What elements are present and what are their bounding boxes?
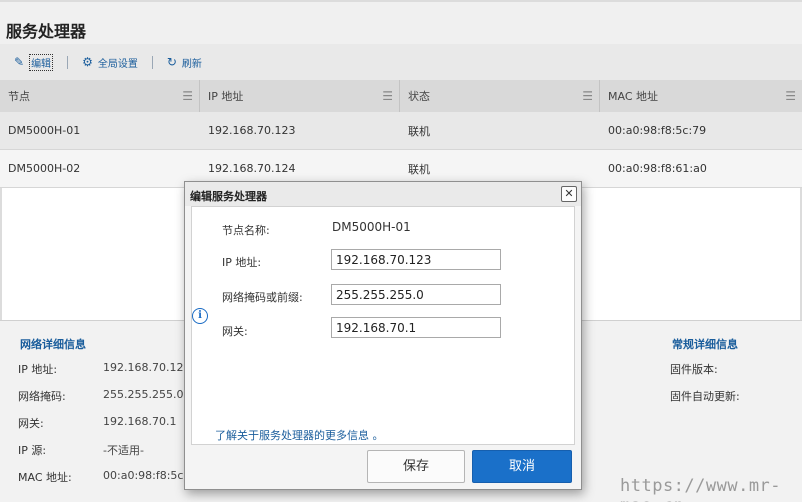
column-header-label: MAC 地址 (608, 90, 658, 103)
cell-mac: 00:a0:98:f8:5c:79 (608, 124, 707, 137)
detail-label: 网关: (18, 417, 44, 430)
detail-value: 255.255.255.0 (103, 388, 184, 401)
close-button[interactable]: ✕ (561, 186, 577, 202)
detail-label: MAC 地址: (18, 471, 72, 484)
cell-mac: 00:a0:98:f8:61:a0 (608, 162, 707, 175)
netmask-label: 网络掩码或前缀: (222, 291, 303, 304)
column-menu-icon[interactable]: ☰ (582, 89, 593, 103)
detail-label: 网络掩码: (18, 390, 66, 403)
edit-service-processor-dialog: 编辑服务处理器 ✕ 节点名称: DM5000H-01 IP 地址: i 网络掩码… (184, 181, 582, 490)
save-button[interactable]: 保存 (367, 450, 465, 483)
gateway-input[interactable] (331, 317, 501, 338)
global-settings-label: 全局设置 (97, 58, 138, 70)
refresh-icon: ↻ (166, 55, 177, 69)
column-menu-icon[interactable]: ☰ (785, 89, 796, 103)
close-icon: ✕ (564, 187, 574, 200)
detail-label: IP 源: (18, 444, 47, 457)
column-header-status[interactable]: 状态 ☰ (400, 80, 600, 112)
node-name-value: DM5000H-01 (332, 220, 411, 234)
detail-label: 固件自动更新: (670, 390, 740, 403)
network-details-title: 网络详细信息 (20, 338, 86, 351)
toolbar-divider (151, 55, 153, 69)
detail-value: -不适用- (103, 444, 144, 457)
edit-button[interactable]: ✎ 编辑 (10, 53, 57, 71)
cell-ip: 192.168.70.123 (208, 124, 296, 137)
pencil-icon: ✎ (14, 55, 25, 69)
dialog-title: 编辑服务处理器 (185, 182, 581, 206)
column-header-label: 状态 (408, 90, 430, 103)
refresh-label: 刷新 (181, 58, 202, 70)
column-header-node[interactable]: 节点 ☰ (0, 80, 200, 112)
column-header-ip[interactable]: IP 地址 ☰ (200, 80, 400, 112)
toolbar-divider (67, 55, 69, 69)
column-header-label: 节点 (8, 90, 30, 103)
detail-label: 固件版本: (670, 363, 718, 376)
dialog-body: 节点名称: DM5000H-01 IP 地址: i 网络掩码或前缀: 网关: (191, 206, 575, 445)
gateway-label: 网关: (222, 325, 248, 338)
ip-label: IP 地址: (222, 256, 262, 269)
global-settings-button[interactable]: ⚙ 全局设置 (78, 55, 142, 70)
column-header-label: IP 地址 (208, 90, 244, 103)
toolbar: ✎ 编辑 ⚙ 全局设置 ↻ 刷新 (0, 44, 802, 80)
column-header-mac[interactable]: MAC 地址 ☰ (600, 80, 802, 112)
table-row[interactable]: DM5000H-01 192.168.70.123 联机 00:a0:98:f8… (0, 112, 802, 150)
watermark: https://www.mr-mao.cn (620, 476, 782, 502)
cell-node: DM5000H-02 (8, 162, 81, 175)
cell-node: DM5000H-01 (8, 124, 81, 137)
column-menu-icon[interactable]: ☰ (382, 89, 393, 103)
cancel-button[interactable]: 取消 (472, 450, 572, 483)
node-name-label: 节点名称: (222, 224, 270, 237)
netmask-input[interactable] (331, 284, 501, 305)
detail-value: 192.168.70.1 (103, 415, 177, 428)
column-menu-icon[interactable]: ☰ (182, 89, 193, 103)
info-icon[interactable]: i (192, 308, 208, 324)
edit-button-label: 编辑 (29, 53, 54, 71)
grid-header: 节点 ☰ IP 地址 ☰ 状态 ☰ MAC 地址 ☰ (0, 80, 802, 112)
gear-icon: ⚙ (82, 55, 93, 69)
ip-address-input[interactable] (331, 249, 501, 270)
detail-value: 192.168.70.123 (103, 361, 191, 374)
cell-status: 联机 (408, 124, 430, 138)
general-details-title: 常规详细信息 (672, 338, 738, 351)
refresh-button[interactable]: ↻ 刷新 (163, 55, 206, 70)
page-title: 服务处理器 (0, 0, 802, 44)
detail-label: IP 地址: (18, 363, 58, 376)
more-info-link[interactable]: 了解关于服务处理器的更多信息 。 (215, 427, 384, 443)
